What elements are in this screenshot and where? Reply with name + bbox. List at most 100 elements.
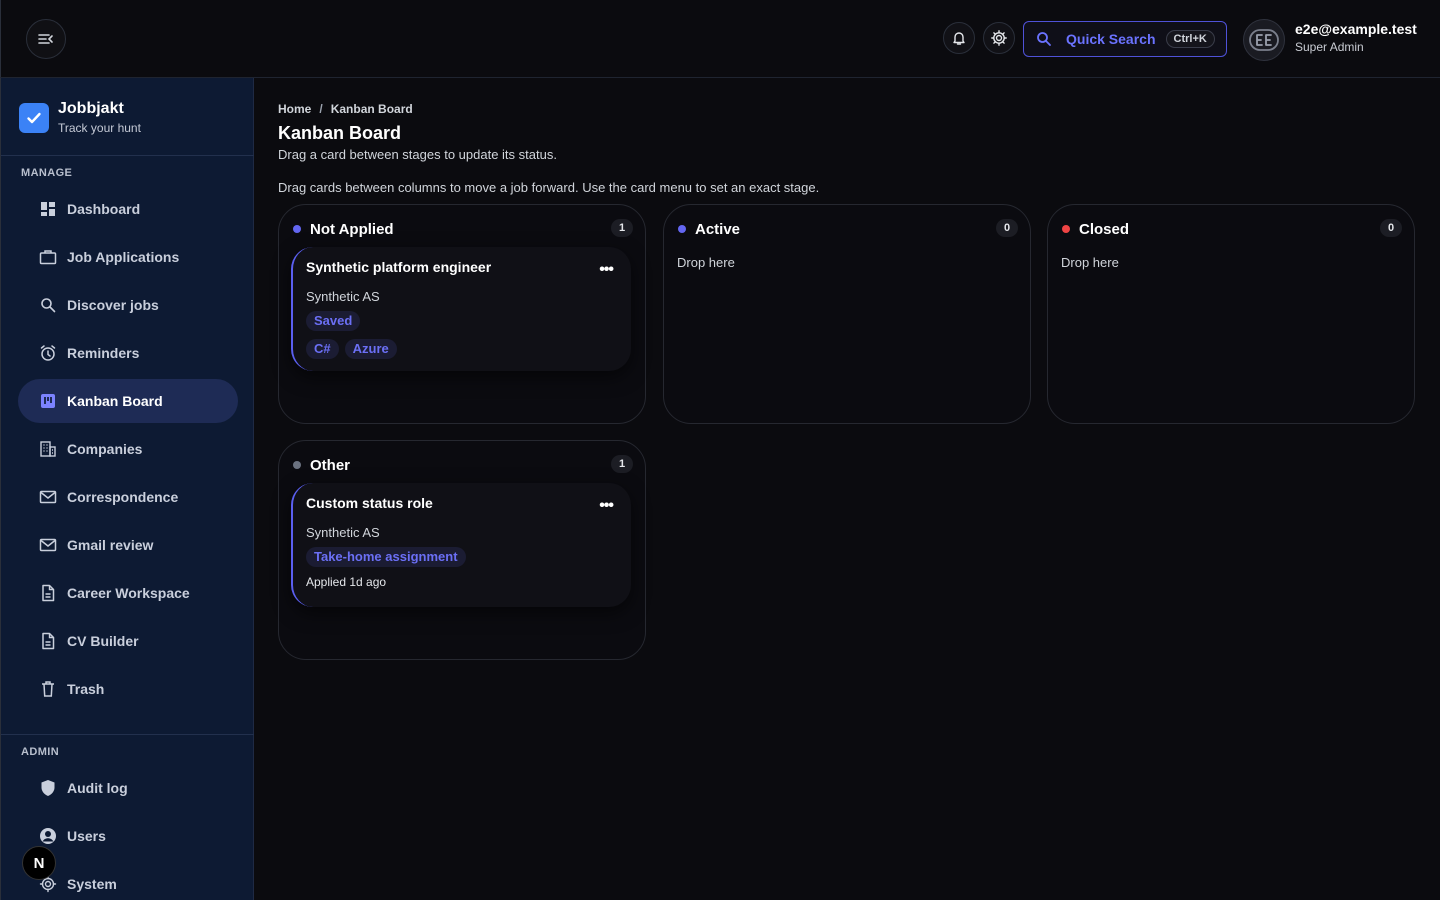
sidebar-item-label: Correspondence — [67, 489, 179, 505]
sidebar-item-label: Companies — [67, 441, 143, 457]
search-icon — [39, 296, 57, 314]
user-icon — [39, 827, 57, 845]
card-applied-date: Applied 1d ago — [306, 575, 387, 589]
mail-icon — [39, 536, 57, 554]
sidebar-item-cv-builder[interactable]: CV Builder — [18, 619, 238, 663]
sidebar-item-label: Discover jobs — [67, 297, 159, 313]
sidebar-item-label: CV Builder — [67, 633, 139, 649]
card-title: Custom status role — [306, 495, 433, 511]
avatar[interactable] — [1243, 19, 1285, 61]
sidebar-item-label: Job Applications — [67, 249, 180, 265]
sidebar-item-label: Audit log — [67, 780, 128, 796]
column-header: Active 0 — [678, 219, 1018, 239]
sidebar-item-discover-jobs[interactable]: Discover jobs — [18, 283, 238, 327]
admin-section-label: ADMIN — [21, 746, 60, 758]
job-card[interactable]: Custom status role ••• Synthetic AS Take… — [291, 483, 631, 607]
column-count-badge: 1 — [611, 455, 633, 473]
sidebar-item-companies[interactable]: Companies — [18, 427, 238, 471]
sidebar-item-label: Trash — [67, 681, 105, 697]
sidebar-item-kanban-board[interactable]: Kanban Board — [18, 379, 238, 423]
drop-zone-text: Drop here — [1061, 255, 1119, 270]
column-header: Not Applied 1 — [293, 219, 633, 239]
sidebar-item-label: System — [67, 876, 117, 892]
job-card[interactable]: Synthetic platform engineer ••• Syntheti… — [291, 247, 631, 371]
shield-icon — [39, 779, 57, 797]
settings-button[interactable] — [983, 22, 1015, 54]
card-menu-button[interactable]: ••• — [599, 261, 614, 279]
status-dot — [293, 225, 301, 233]
sidebar-item-gmail-review[interactable]: Gmail review — [18, 523, 238, 567]
search-icon — [1037, 32, 1051, 46]
sidebar: Jobbjakt Track your hunt MANAGE Dashboar… — [0, 78, 254, 900]
kanban-column-not-applied[interactable]: Not Applied 1 Synthetic platform enginee… — [278, 204, 646, 424]
top-header: Quick Search Ctrl+K e2e@example.test Sup… — [0, 0, 1440, 78]
breadcrumb-separator: / — [319, 102, 323, 116]
user-email: e2e@example.test — [1295, 21, 1417, 37]
shortcut-badge: Ctrl+K — [1165, 30, 1215, 48]
dashboard-icon — [39, 200, 57, 218]
brand-name: Jobbjakt — [58, 100, 124, 117]
status-dot — [678, 225, 686, 233]
quick-search-button[interactable]: Quick Search Ctrl+K — [1023, 21, 1227, 57]
sidebar-item-label: Users — [67, 828, 106, 844]
briefcase-icon — [39, 248, 57, 266]
column-title: Other — [310, 456, 351, 474]
sidebar-item-label: Reminders — [67, 345, 140, 361]
kanban-icon — [39, 392, 57, 410]
sidebar-item-label: Dashboard — [67, 201, 141, 217]
tag-chip: C# — [306, 339, 339, 359]
sidebar-item-audit-log[interactable]: Audit log — [18, 766, 238, 810]
brand-tagline: Track your hunt — [58, 121, 141, 135]
avatar-initials-icon — [1249, 29, 1279, 51]
column-title: Closed — [1079, 220, 1130, 238]
sidebar-item-label: Kanban Board — [67, 393, 163, 409]
collapse-sidebar-button[interactable] — [26, 19, 66, 59]
trash-icon — [39, 680, 57, 698]
kanban-column-active[interactable]: Active 0 Drop here — [663, 204, 1031, 424]
column-count-badge: 0 — [1380, 219, 1402, 237]
document-icon — [39, 584, 57, 602]
column-header: Other 1 — [293, 455, 633, 475]
menu-collapse-icon — [38, 34, 53, 44]
bell-icon — [953, 32, 965, 45]
card-status: Saved — [306, 311, 361, 331]
page-hint: Drag cards between columns to move a job… — [278, 180, 820, 195]
sidebar-item-correspondence[interactable]: Correspondence — [18, 475, 238, 519]
divider — [1, 155, 254, 156]
building-icon — [39, 440, 57, 458]
gear-icon — [991, 30, 1007, 46]
status-badge: Take-home assignment — [306, 547, 466, 567]
column-header: Closed 0 — [1062, 219, 1402, 239]
sidebar-item-trash[interactable]: Trash — [18, 667, 238, 711]
breadcrumb-home[interactable]: Home — [278, 102, 311, 116]
card-company: Synthetic AS — [306, 289, 380, 304]
status-dot — [1062, 225, 1070, 233]
sidebar-item-job-applications[interactable]: Job Applications — [18, 235, 238, 279]
sidebar-item-dashboard[interactable]: Dashboard — [18, 187, 238, 231]
sidebar-item-label: Gmail review — [67, 537, 154, 553]
divider — [1, 734, 254, 735]
user-role: Super Admin — [1295, 40, 1364, 54]
sidebar-item-reminders[interactable]: Reminders — [18, 331, 238, 375]
card-company: Synthetic AS — [306, 525, 380, 540]
alarm-icon — [39, 344, 57, 362]
kanban-column-closed[interactable]: Closed 0 Drop here — [1047, 204, 1415, 424]
column-count-badge: 1 — [611, 219, 633, 237]
dev-tools-badge[interactable]: N — [22, 846, 56, 880]
card-menu-button[interactable]: ••• — [599, 497, 614, 515]
brand[interactable]: Jobbjakt Track your hunt — [19, 100, 141, 135]
notifications-button[interactable] — [943, 22, 975, 54]
drop-zone-text: Drop here — [677, 255, 735, 270]
manage-section-label: MANAGE — [21, 167, 73, 179]
sidebar-item-career-workspace[interactable]: Career Workspace — [18, 571, 238, 615]
document-icon — [39, 632, 57, 650]
column-title: Not Applied — [310, 220, 394, 238]
page-subtitle: Drag a card between stages to update its… — [278, 147, 557, 162]
kanban-column-other[interactable]: Other 1 Custom status role ••• Synthetic… — [278, 440, 646, 660]
card-status: Take-home assignment — [306, 547, 466, 567]
card-title: Synthetic platform engineer — [306, 259, 492, 275]
sidebar-item-label: Career Workspace — [67, 585, 190, 601]
mail-icon — [39, 488, 57, 506]
page-title: Kanban Board — [278, 123, 402, 143]
tag-chip: Azure — [344, 339, 397, 359]
